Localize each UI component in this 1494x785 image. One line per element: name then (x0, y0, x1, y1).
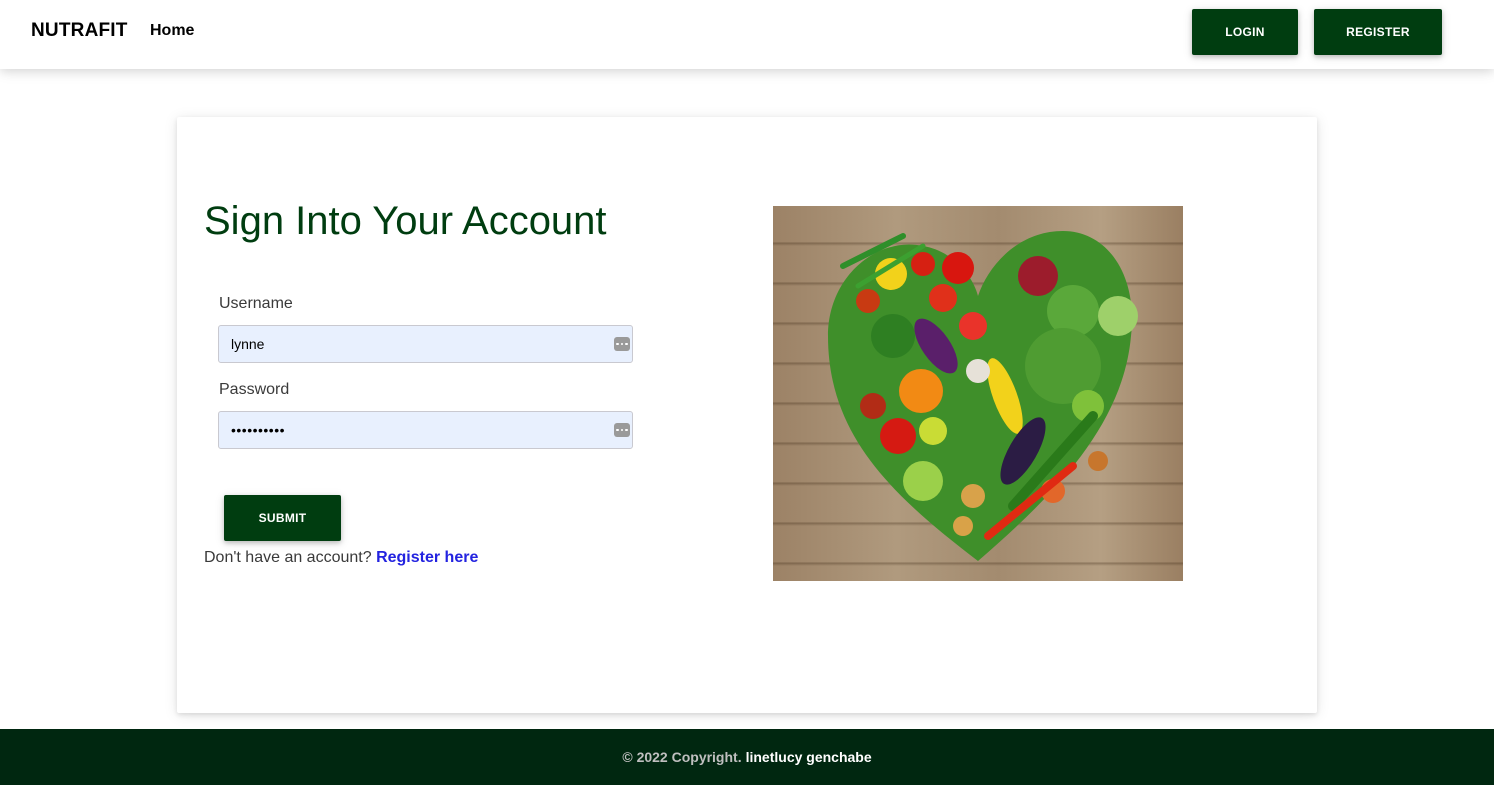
navbar: NUTRAFIT Home LOGIN REGISTER (0, 0, 1494, 69)
username-input[interactable] (219, 326, 609, 362)
username-label: Username (219, 295, 293, 312)
footer: © 2022 Copyright. linetlucy genchabe (0, 729, 1494, 785)
no-account-text: Don't have an account? (204, 549, 372, 566)
page-title: Sign Into Your Account (204, 199, 607, 243)
author-link[interactable]: linetlucy genchabe (746, 749, 872, 765)
password-manager-icon[interactable] (614, 423, 630, 437)
brand-logo[interactable]: NUTRAFIT (31, 20, 128, 42)
register-button[interactable]: REGISTER (1314, 9, 1442, 55)
copyright-text: © 2022 Copyright. (622, 749, 742, 765)
password-manager-icon[interactable] (614, 337, 630, 351)
password-input[interactable] (219, 412, 609, 448)
login-button[interactable]: LOGIN (1192, 9, 1298, 55)
login-card: Sign Into Your Account Username Password… (177, 117, 1317, 713)
password-label: Password (219, 381, 290, 398)
vegetable-heart-image (828, 231, 1138, 561)
vegetable-heart-photo (773, 206, 1183, 581)
password-field-wrapper (218, 411, 633, 449)
register-here-link[interactable]: Register here (376, 549, 478, 566)
nav-home-link[interactable]: Home (150, 22, 194, 40)
signup-prompt: Don't have an account? Register here (204, 549, 478, 567)
username-field-wrapper (218, 325, 633, 363)
submit-button[interactable]: SUBMIT (224, 495, 341, 541)
